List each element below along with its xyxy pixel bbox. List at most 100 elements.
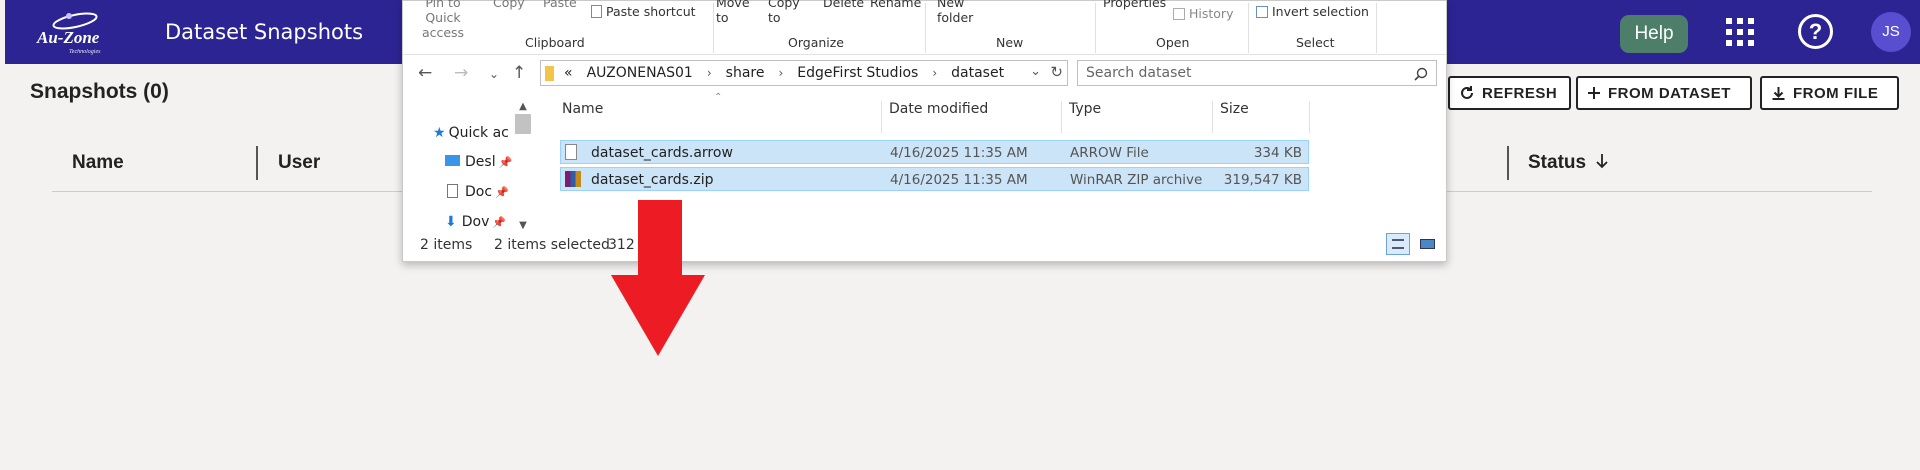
column-separator[interactable] bbox=[1309, 101, 1310, 133]
breadcrumb-edgefirst-studios[interactable]: EdgeFirst Studios bbox=[797, 65, 918, 81]
avatar[interactable]: JS bbox=[1871, 12, 1911, 52]
refresh-icon bbox=[1461, 86, 1473, 99]
app-root: Au-Zone Technologies Dataset Snapshots H… bbox=[0, 0, 1920, 470]
paste-shortcut-button[interactable]: Paste shortcut bbox=[591, 4, 696, 19]
apps-grid-icon[interactable] bbox=[1726, 18, 1754, 46]
sort-up-chevron-icon: ⌃ bbox=[714, 92, 723, 103]
breadcrumb-share[interactable]: share bbox=[726, 65, 765, 81]
refresh-label: REFRESH bbox=[1482, 84, 1558, 102]
file-column-type[interactable]: Type bbox=[1069, 101, 1101, 117]
file-row[interactable]: dataset_cards.arrow 4/16/2025 11:35 AM A… bbox=[560, 140, 1309, 164]
move-to-button[interactable]: Move to bbox=[716, 0, 756, 25]
from-file-label: FROM FILE bbox=[1793, 84, 1879, 102]
file-size: 334 KB bbox=[1253, 145, 1302, 161]
nav-item-label: Doc bbox=[465, 184, 493, 200]
column-header-user[interactable]: User bbox=[278, 152, 320, 174]
status-header-label: Status bbox=[1528, 152, 1587, 173]
search-icon bbox=[1414, 67, 1428, 81]
ribbon-group-organize: Organize bbox=[788, 35, 844, 50]
from-dataset-button[interactable]: FROM DATASET bbox=[1576, 76, 1752, 110]
ribbon-divider bbox=[925, 3, 926, 53]
up-arrow-icon[interactable]: ↑ bbox=[512, 63, 526, 83]
file-name: dataset_cards.zip bbox=[591, 172, 714, 188]
back-arrow-icon[interactable]: ← bbox=[418, 63, 432, 83]
star-icon: ★ bbox=[433, 125, 446, 141]
ribbon-group-new: New bbox=[996, 35, 1024, 50]
nav-pane-scrollbar[interactable]: ▲ ▼ bbox=[515, 101, 531, 231]
from-file-button[interactable]: FROM FILE bbox=[1760, 76, 1899, 110]
file-column-name[interactable]: Name bbox=[562, 101, 603, 117]
pin-icon: 📌 bbox=[495, 186, 509, 199]
column-separator[interactable] bbox=[1212, 101, 1213, 133]
column-separator[interactable] bbox=[881, 101, 882, 133]
address-bar[interactable]: « AUZONENAS01 › share › EdgeFirst Studio… bbox=[540, 60, 1068, 86]
column-header-status[interactable]: Status bbox=[1528, 152, 1609, 174]
ribbon-group-open: Open bbox=[1156, 35, 1190, 50]
pin-icon: 📌 bbox=[498, 156, 513, 169]
paste-shortcut-icon bbox=[591, 5, 602, 18]
status-selected-count: 2 items selected bbox=[494, 237, 610, 253]
document-icon bbox=[447, 184, 458, 198]
status-item-count: 2 items bbox=[420, 237, 473, 253]
invert-selection-button[interactable]: Invert selection bbox=[1256, 4, 1369, 19]
help-question-icon[interactable]: ? bbox=[1798, 14, 1833, 49]
nav-item-label: Quick ac bbox=[448, 125, 509, 141]
breadcrumb-separator-icon[interactable]: › bbox=[778, 66, 783, 80]
file-icon bbox=[565, 144, 577, 160]
breadcrumb-separator-icon[interactable]: › bbox=[932, 66, 937, 80]
history-button[interactable]: History bbox=[1173, 6, 1233, 21]
breadcrumb-auzonenas01[interactable]: AUZONENAS01 bbox=[587, 65, 693, 81]
red-down-arrow-icon bbox=[611, 200, 705, 356]
download-icon: ⬇ bbox=[445, 214, 457, 230]
nav-item-quick-access[interactable]: ★ Quick ac bbox=[433, 125, 518, 141]
view-buttons bbox=[1386, 233, 1440, 255]
file-date: 4/16/2025 11:35 AM bbox=[890, 145, 1028, 161]
ribbon-divider bbox=[1095, 3, 1096, 53]
company-logo[interactable]: Au-Zone Technologies bbox=[33, 8, 115, 56]
file-column-date[interactable]: Date modified bbox=[889, 101, 988, 117]
scroll-thumb[interactable] bbox=[515, 114, 531, 134]
forward-arrow-icon[interactable]: → bbox=[454, 63, 468, 83]
scroll-down-icon[interactable]: ▼ bbox=[515, 220, 531, 231]
copy-to-button[interactable]: Copy to bbox=[768, 0, 808, 25]
properties-button[interactable]: Properties bbox=[1103, 0, 1166, 10]
breadcrumb-dataset[interactable]: dataset bbox=[951, 65, 1004, 81]
copy-button[interactable]: Copy bbox=[493, 0, 525, 10]
file-date: 4/16/2025 11:35 AM bbox=[890, 172, 1028, 188]
pin-quick-access-button[interactable]: Pin to Quick access bbox=[413, 0, 473, 40]
plus-icon bbox=[1588, 87, 1600, 99]
breadcrumb-separator-icon[interactable]: › bbox=[707, 66, 712, 80]
column-separator[interactable] bbox=[256, 146, 258, 180]
file-row[interactable]: dataset_cards.zip 4/16/2025 11:35 AM Win… bbox=[560, 167, 1309, 191]
from-dataset-label: FROM DATASET bbox=[1608, 84, 1731, 102]
explorer-nav-bar: ← → ⌄ ↑ « AUZONENAS01 › share › EdgeFirs… bbox=[403, 59, 1446, 87]
column-separator[interactable] bbox=[1507, 146, 1509, 180]
winrar-icon bbox=[565, 171, 581, 187]
ribbon-group-clipboard: Clipboard bbox=[525, 35, 585, 50]
paste-shortcut-label: Paste shortcut bbox=[606, 4, 696, 19]
search-input[interactable]: Search dataset bbox=[1077, 60, 1437, 86]
column-header-name[interactable]: Name bbox=[72, 152, 124, 174]
nav-item-label: Dov bbox=[461, 214, 490, 230]
delete-button[interactable]: Delete bbox=[823, 0, 864, 10]
address-overflow[interactable]: « bbox=[564, 65, 573, 81]
download-icon bbox=[1772, 86, 1785, 100]
app-title: Dataset Snapshots bbox=[165, 20, 364, 44]
rename-button[interactable]: Rename bbox=[870, 0, 921, 10]
file-type: ARROW File bbox=[1070, 145, 1149, 161]
recent-locations-chevron-icon[interactable]: ⌄ bbox=[489, 67, 499, 81]
details-view-icon[interactable] bbox=[1386, 233, 1410, 255]
refresh-button[interactable]: REFRESH bbox=[1448, 76, 1571, 110]
nav-item-label: Desl bbox=[465, 154, 496, 170]
paste-button[interactable]: Paste bbox=[543, 0, 577, 10]
scroll-up-icon[interactable]: ▲ bbox=[515, 101, 531, 112]
column-separator[interactable] bbox=[1061, 101, 1062, 133]
help-button[interactable]: Help bbox=[1620, 15, 1688, 53]
new-folder-button[interactable]: New folder bbox=[937, 0, 981, 25]
address-dropdown-chevron-icon[interactable]: ⌄ bbox=[1030, 64, 1041, 79]
refresh-icon[interactable]: ↻ bbox=[1050, 63, 1063, 81]
page-title: Snapshots (0) bbox=[30, 80, 169, 103]
file-column-size[interactable]: Size bbox=[1220, 101, 1249, 117]
history-icon bbox=[1173, 8, 1185, 20]
large-icons-view-icon[interactable] bbox=[1416, 233, 1440, 255]
